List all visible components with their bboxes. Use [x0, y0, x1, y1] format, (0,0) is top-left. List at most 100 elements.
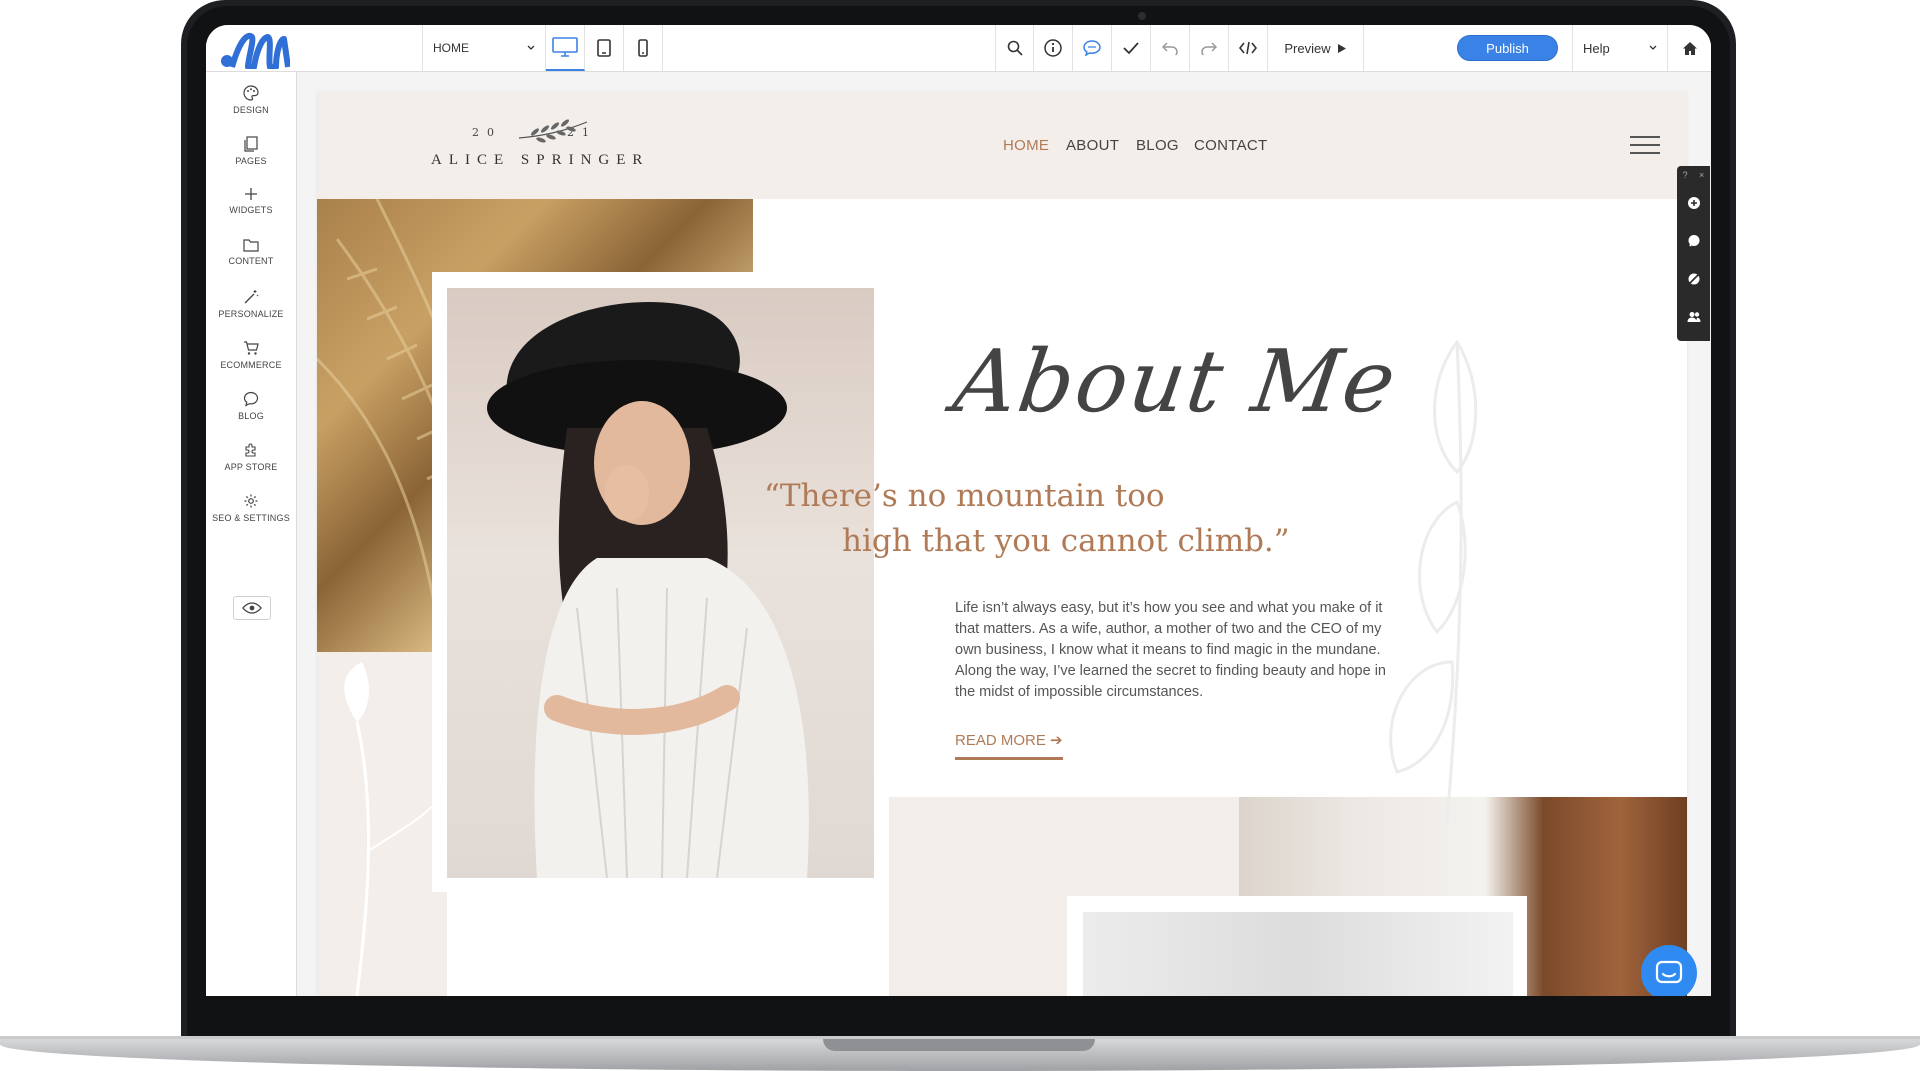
code-icon: [1239, 41, 1257, 55]
desktop-view-icon: [552, 37, 578, 57]
preview-eye-button[interactable]: [233, 596, 271, 620]
search-button[interactable]: [995, 25, 1034, 71]
editor-screen: HOME Preview Publish Help DESIGN PAGES W…: [206, 25, 1711, 996]
info-button[interactable]: [1034, 25, 1073, 71]
speech-bubble-icon: [243, 391, 259, 407]
undo-icon: [1162, 42, 1178, 55]
chevron-down-icon: [1649, 45, 1657, 50]
check-icon: [1123, 42, 1139, 55]
chat-icon: [1655, 960, 1683, 984]
add-comment-icon: [1687, 197, 1700, 209]
eye-icon: [242, 602, 262, 614]
site-header: 20 21 ALICE SPRINGER HOME ABOUT BLOG CON…: [317, 92, 1687, 199]
undo-button[interactable]: [1151, 25, 1190, 71]
nav-about[interactable]: ABOUT: [1066, 137, 1119, 154]
publish-button[interactable]: Publish: [1457, 35, 1558, 61]
sidebar-item-label: PERSONALIZE: [218, 309, 284, 319]
floating-tools-panel: ? ×: [1677, 166, 1710, 341]
hide-comments-icon: [1687, 273, 1700, 285]
portrait-photo[interactable]: [447, 288, 874, 878]
pages-icon: [244, 136, 258, 152]
home-icon: [1682, 41, 1697, 55]
about-body-text[interactable]: Life isn’t always easy, but it’s how you…: [955, 598, 1405, 703]
comments-button[interactable]: [1073, 25, 1112, 71]
quote-line-1[interactable]: “There’s no mountain too: [764, 478, 1165, 514]
check-button[interactable]: [1112, 25, 1151, 71]
sidebar-item-label: APP STORE: [224, 462, 278, 472]
chair-photo-card: [1067, 896, 1527, 996]
add-comment-button[interactable]: [1677, 184, 1710, 222]
comment-icon: [1688, 235, 1699, 247]
editor-canvas: 20 21 ALICE SPRINGER HOME ABOUT BLOG CON…: [297, 72, 1711, 996]
woman-portrait-illustration: [487, 302, 809, 878]
cart-icon: [244, 341, 259, 355]
nav-home[interactable]: HOME: [1003, 137, 1049, 154]
mobile-view-button[interactable]: [624, 25, 663, 71]
leaf-outline-decor: [344, 662, 438, 996]
leaf-branch-icon: [518, 119, 588, 143]
tablet-view-button[interactable]: [585, 25, 624, 71]
preview-button[interactable]: Preview: [1268, 25, 1364, 71]
palette-icon: [243, 85, 259, 101]
sidebar-item-label: DESIGN: [233, 105, 269, 115]
hide-comments-button[interactable]: [1677, 260, 1710, 298]
read-more-link[interactable]: READ MORE ➔: [955, 731, 1063, 760]
code-button[interactable]: [1229, 25, 1268, 71]
editor-toolbar: HOME Preview Publish Help: [206, 25, 1711, 72]
sidebar-item-seo-settings[interactable]: SEO & SETTINGS: [206, 493, 296, 523]
sidebar-item-pages[interactable]: PAGES: [206, 136, 296, 166]
tablet-view-icon: [597, 39, 611, 57]
collaborators-button[interactable]: [1677, 298, 1710, 336]
sidebar-item-label: ECOMMERCE: [220, 360, 282, 370]
plus-icon: [245, 188, 257, 200]
home-button[interactable]: [1668, 25, 1711, 71]
help-icon[interactable]: ?: [1683, 170, 1688, 180]
folder-icon: [243, 239, 259, 252]
sidebar-item-design[interactable]: DESIGN: [206, 85, 296, 115]
chair-photo: [1083, 912, 1513, 996]
floating-tools-header: ? ×: [1677, 166, 1710, 184]
info-icon: [1044, 39, 1062, 57]
sidebar-item-app-store[interactable]: APP STORE: [206, 442, 296, 472]
page-selector[interactable]: HOME: [422, 25, 546, 71]
sidebar-item-label: WIDGETS: [229, 205, 273, 215]
help-label: Help: [1583, 40, 1610, 56]
comment-button[interactable]: [1677, 222, 1710, 260]
mobile-view-icon: [638, 39, 648, 57]
sidebar-item-content[interactable]: CONTENT: [206, 238, 296, 266]
nav-blog[interactable]: BLOG: [1136, 137, 1179, 154]
camera: [1138, 12, 1146, 20]
desktop-view-button[interactable]: [546, 25, 585, 71]
quote-line-2[interactable]: high that you cannot climb.”: [842, 523, 1290, 559]
website-preview[interactable]: 20 21 ALICE SPRINGER HOME ABOUT BLOG CON…: [317, 92, 1687, 996]
play-icon: [1337, 43, 1346, 53]
wand-icon: [244, 290, 259, 304]
sidebar-item-label: SEO & SETTINGS: [212, 513, 290, 523]
brand-year-left: 20: [472, 126, 502, 139]
brand-year: 20 21: [472, 126, 589, 139]
laptop-notch: [823, 1039, 1095, 1051]
chat-widget-button[interactable]: [1641, 945, 1697, 996]
redo-button[interactable]: [1190, 25, 1229, 71]
hamburger-menu-icon[interactable]: [1630, 136, 1660, 156]
help-menu[interactable]: Help: [1572, 25, 1668, 71]
preview-label: Preview: [1284, 40, 1331, 56]
close-icon[interactable]: ×: [1699, 170, 1704, 180]
sidebar-item-widgets[interactable]: WIDGETS: [206, 187, 296, 215]
sidebar-item-label: CONTENT: [228, 256, 274, 266]
sidebar-item-blog[interactable]: BLOG: [206, 391, 296, 421]
nav-contact[interactable]: CONTACT: [1194, 137, 1267, 154]
sidebar-item-personalize[interactable]: PERSONALIZE: [206, 289, 296, 319]
sidebar-item-ecommerce[interactable]: ECOMMERCE: [206, 340, 296, 370]
page-selector-value: HOME: [433, 41, 469, 55]
editor-logo[interactable]: [218, 29, 291, 70]
editor-sidebar: DESIGN PAGES WIDGETS CONTENT PERSONALIZE…: [206, 72, 297, 996]
sidebar-item-label: BLOG: [238, 411, 264, 421]
chevron-down-icon: [527, 45, 535, 50]
comments-icon: [1083, 40, 1101, 56]
gear-icon: [244, 494, 258, 508]
brand-name[interactable]: ALICE SPRINGER: [431, 152, 649, 169]
about-title[interactable]: About Me: [948, 332, 1403, 432]
redo-icon: [1201, 42, 1217, 55]
users-icon: [1687, 312, 1700, 322]
